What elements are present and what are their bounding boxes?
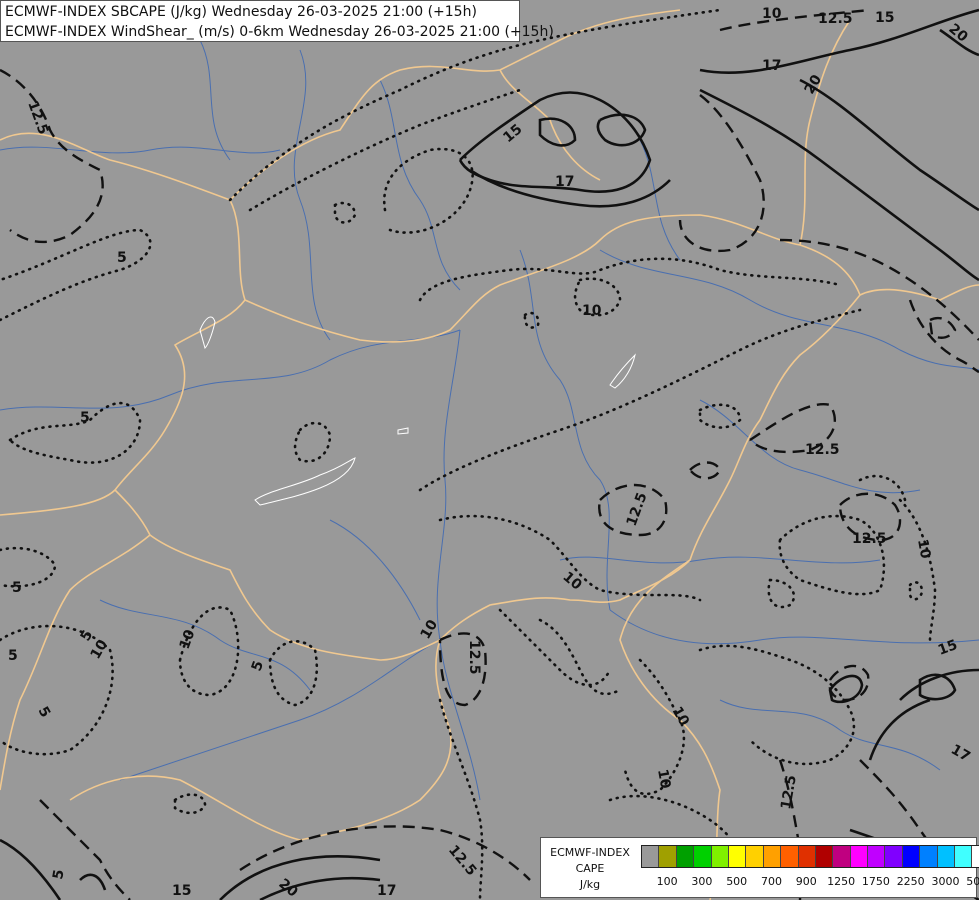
legend-swatch [711, 846, 729, 867]
legend-swatch [850, 846, 869, 867]
legend-swatch [798, 846, 816, 867]
legend-tick-label: 100 [656, 875, 678, 888]
legend-swatch [676, 846, 695, 867]
legend-swatch [763, 846, 782, 867]
legend-swatch [746, 846, 764, 867]
legend-color-scale [641, 845, 979, 868]
legend-swatch [694, 846, 712, 867]
contour-label: 12.5 [818, 11, 853, 27]
legend-title: ECMWF-INDEX [550, 846, 630, 859]
map-title-box: ECMWF-INDEX SBCAPE (J/kg) Wednesday 26-0… [0, 0, 554, 42]
legend-variable: CAPE [575, 862, 605, 875]
legend-tick-label: 1750 [861, 875, 890, 888]
legend-swatch [868, 846, 886, 867]
contour-label: 12.5 [852, 531, 887, 547]
legend-tick-label: 300 [691, 875, 713, 888]
legend-swatch [902, 846, 921, 867]
legend-swatch [920, 846, 938, 867]
legend-swatch [833, 846, 851, 867]
title-line-cape: ECMWF-INDEX SBCAPE (J/kg) Wednesday 26-0… [5, 4, 477, 20]
contour-label: 5 [80, 410, 90, 426]
title-line-windshear: ECMWF-INDEX WindShear_ (m/s) 0-6km Wedne… [5, 24, 554, 40]
legend-tick-label: 3000 [931, 875, 960, 888]
weather-map: 12.5 10 12.5 15 20 17 20 15 17 5 10 5 12… [0, 0, 979, 900]
contour-label: 5 [117, 250, 127, 266]
legend-tick-label: 2250 [896, 875, 925, 888]
legend-swatch [955, 846, 973, 867]
cape-legend: ECMWF-INDEX CAPE J/kg 100 300 500 700 900 125… [540, 837, 979, 898]
legend-swatch [781, 846, 799, 867]
legend-swatch [937, 846, 956, 867]
contour-label: 5 [12, 580, 22, 596]
legend-unit: J/kg [579, 878, 601, 891]
contour-label: 10 [654, 768, 673, 790]
contour-label: 10 [914, 538, 933, 560]
legend-swatch [885, 846, 903, 867]
contour-label: 17 [377, 883, 396, 899]
contour-label: 15 [875, 10, 894, 26]
legend-swatch [642, 846, 660, 867]
contour-label: 17 [762, 58, 781, 74]
legend-swatch [972, 846, 979, 867]
contour-label: 5 [8, 648, 18, 664]
contour-label: 12.5 [466, 640, 482, 675]
legend-swatch [815, 846, 834, 867]
legend-tick-label: 1250 [827, 875, 856, 888]
legend-tick-label: 5000 [966, 875, 979, 888]
legend-swatch [659, 846, 677, 867]
contour-label: 10 [582, 303, 602, 319]
legend-tick-label: 900 [795, 875, 817, 888]
legend-tick-label: 700 [761, 875, 782, 888]
legend-swatch [728, 846, 747, 867]
legend-tick-label: 500 [726, 875, 748, 888]
contour-label: 10 [762, 6, 782, 22]
contour-label: 12.5 [805, 442, 840, 458]
contour-label: 15 [172, 883, 191, 899]
contour-label: 17 [555, 174, 574, 190]
